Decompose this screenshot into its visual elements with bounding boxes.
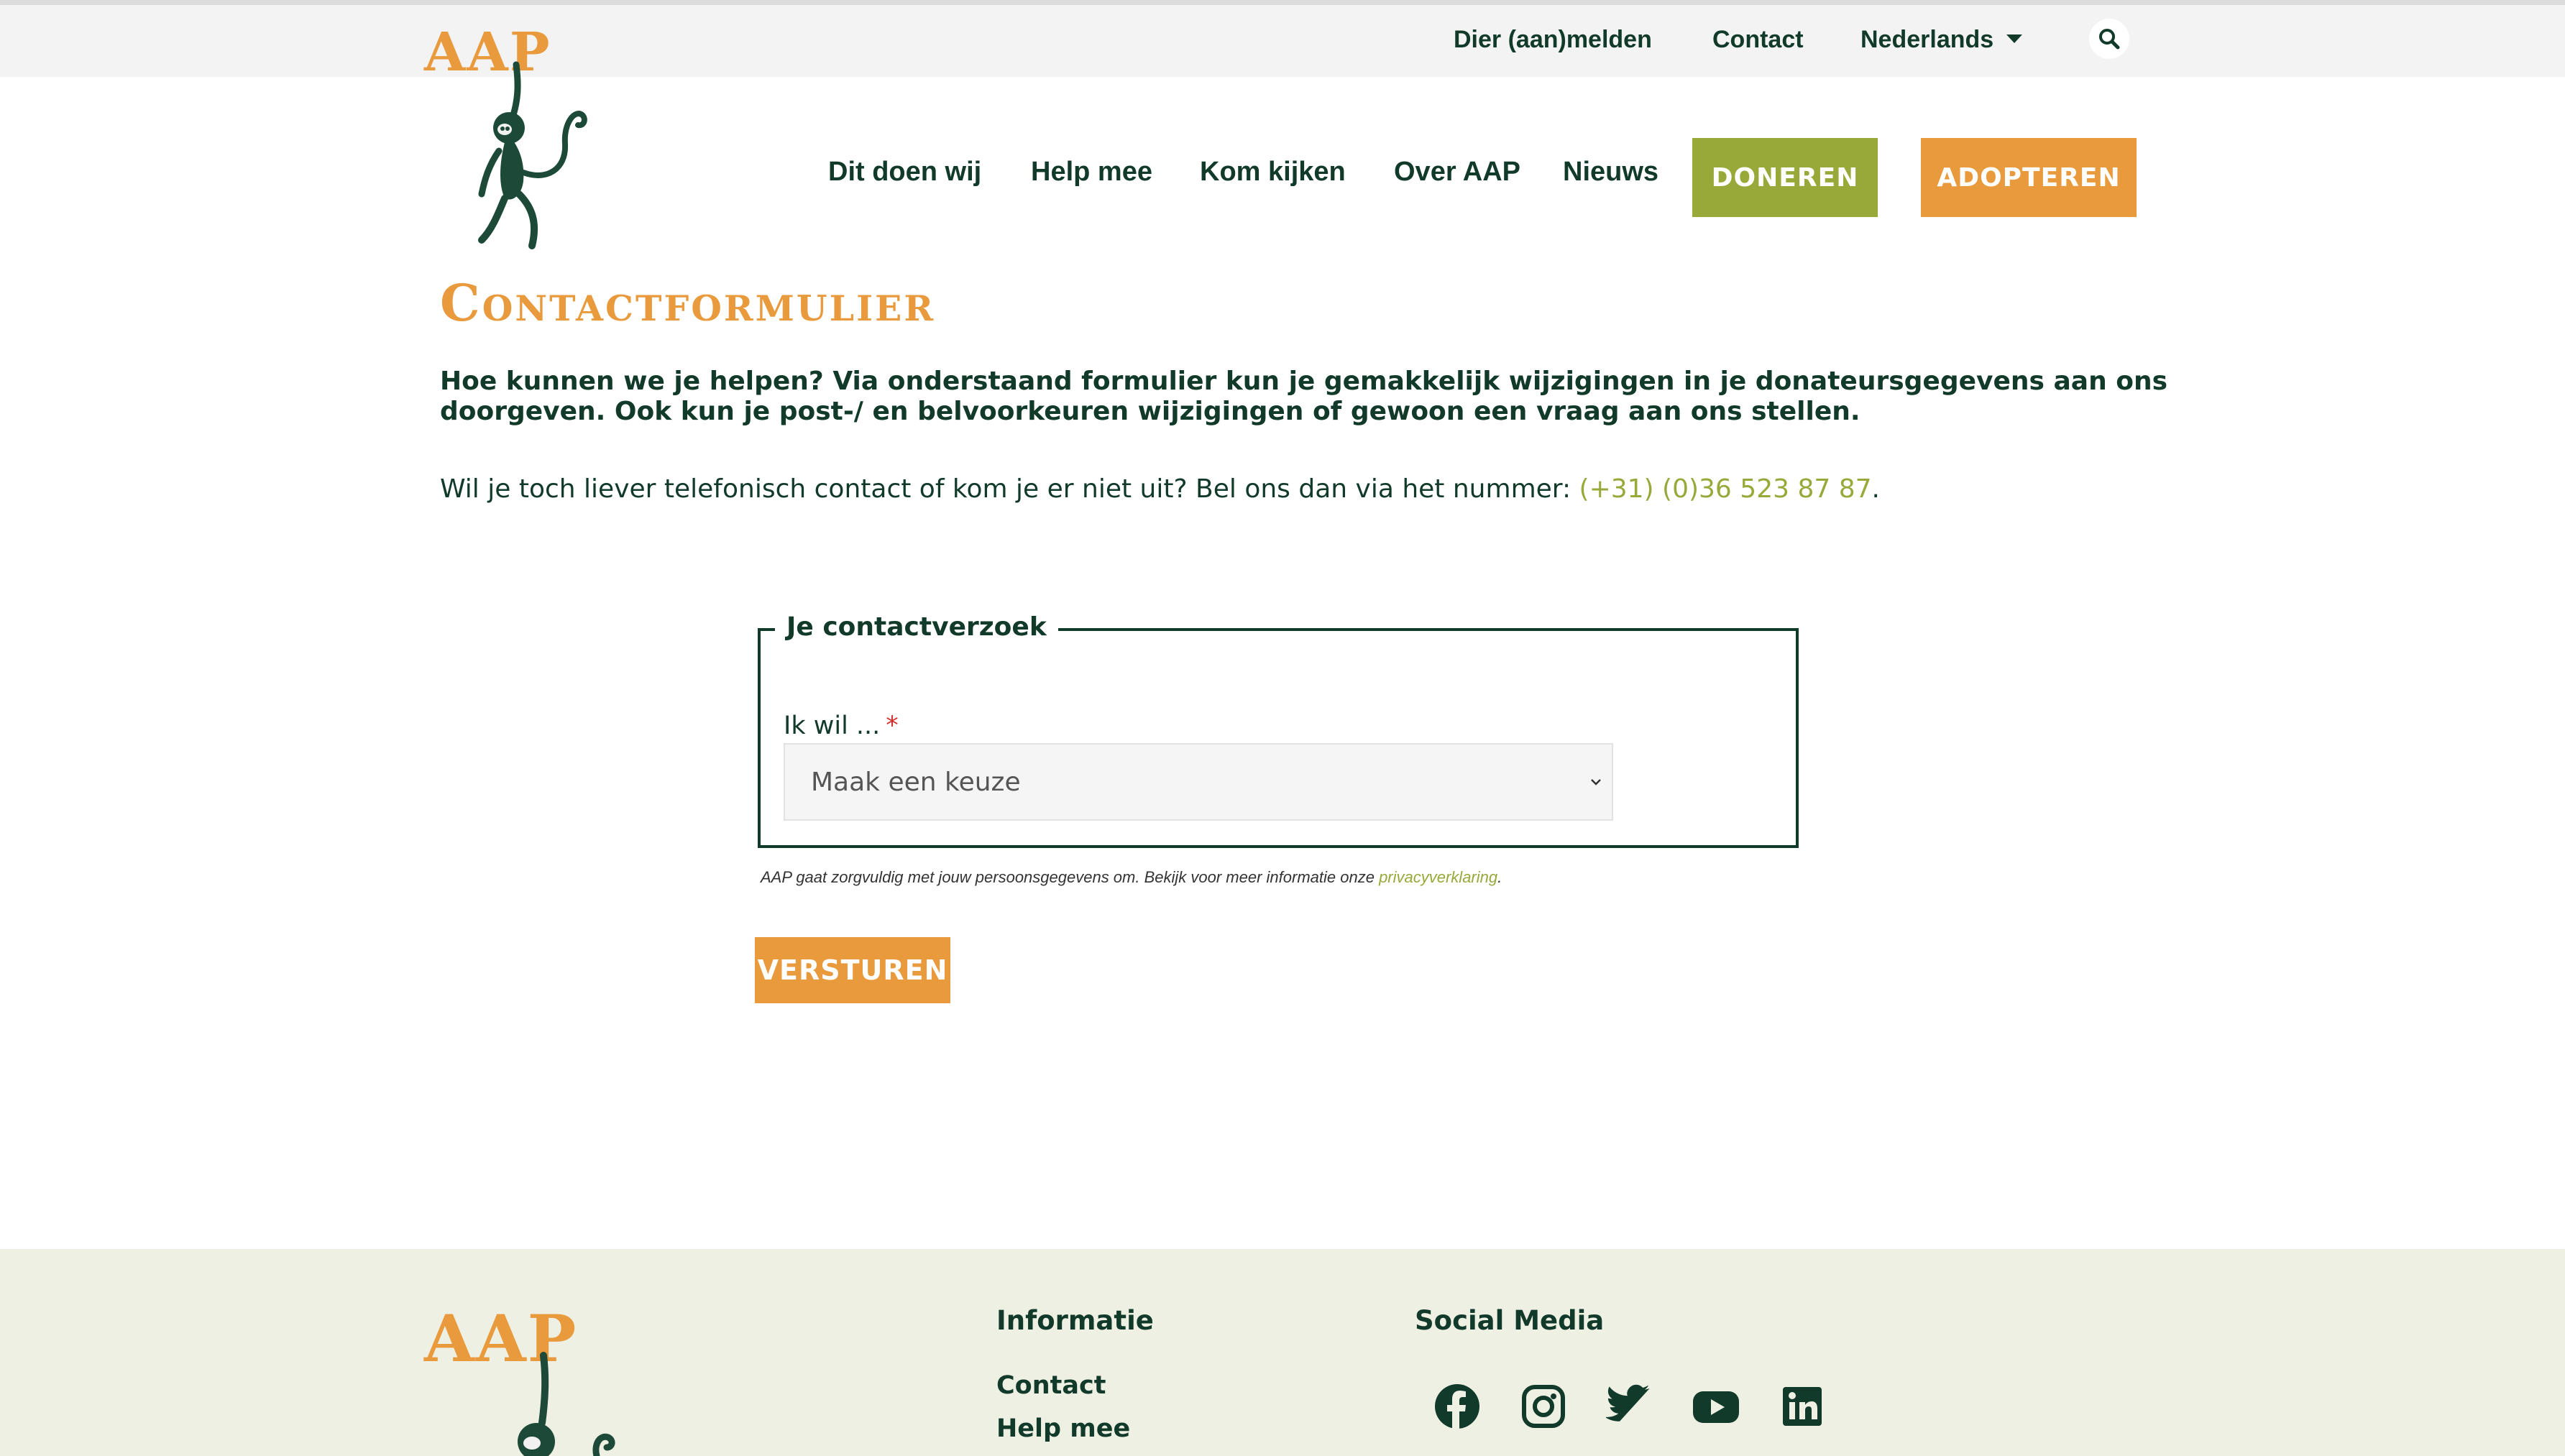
footer-link-help-mee[interactable]: Help mee: [996, 1414, 1130, 1443]
facebook-link[interactable]: [1433, 1383, 1481, 1430]
facebook-icon: [1435, 1384, 1479, 1429]
footer-info-heading: Informatie: [996, 1305, 1154, 1336]
submit-button[interactable]: VERSTUREN: [755, 937, 950, 1003]
select-value: Maak een keuze: [811, 767, 1021, 797]
footer-monkey-icon: [518, 1352, 615, 1456]
footer-link-contact[interactable]: Contact: [996, 1371, 1106, 1400]
request-type-select[interactable]: Maak een keuze: [784, 743, 1613, 821]
intro-text: Hoe kunnen we je helpen? Via onderstaand…: [440, 367, 2168, 426]
instagram-icon: [1522, 1385, 1565, 1428]
nav-kom-kijken[interactable]: Kom kijken: [1200, 157, 1346, 188]
language-selector[interactable]: Nederlands: [1860, 26, 2023, 54]
phone-link[interactable]: (+31) (0)36 523 87 87: [1579, 474, 1872, 504]
required-mark: *: [886, 711, 899, 740]
top-border: [0, 0, 2565, 5]
monkey-icon: [478, 61, 587, 249]
adopt-button[interactable]: ADOPTEREN: [1921, 138, 2137, 217]
caret-down-icon: [2006, 34, 2023, 44]
privacy-link[interactable]: privacyverklaring: [1379, 868, 1497, 886]
nav-over-aap[interactable]: Over AAP: [1394, 157, 1520, 188]
page-title: Contactformulier: [440, 273, 936, 333]
chevron-down-icon: [1591, 779, 1601, 785]
donate-button[interactable]: DONEREN: [1692, 138, 1878, 217]
youtube-link[interactable]: [1692, 1383, 1740, 1430]
topbar-link-contact[interactable]: Contact: [1712, 26, 1804, 54]
nav-nieuws[interactable]: Nieuws: [1563, 157, 1658, 188]
instagram-link[interactable]: [1520, 1383, 1567, 1430]
youtube-icon: [1693, 1391, 1739, 1423]
linkedin-icon: [1783, 1387, 1822, 1426]
phone-prefix: Wil je toch liever telefonisch contact o…: [440, 474, 1579, 504]
search-button[interactable]: [2089, 19, 2129, 59]
language-label: Nederlands: [1860, 26, 1994, 53]
search-icon: [2099, 29, 2120, 50]
twitter-link[interactable]: [1605, 1383, 1653, 1430]
phone-text: Wil je toch liever telefonisch contact o…: [440, 474, 1880, 504]
footer-social-heading: Social Media: [1415, 1305, 1605, 1336]
aap-logo[interactable]: AAP: [424, 22, 597, 252]
footer-logo[interactable]: AAP: [424, 1301, 654, 1456]
nav-dit-doen-wij[interactable]: Dit doen wij: [828, 157, 981, 188]
fieldset-legend: Je contactverzoek: [775, 612, 1058, 642]
nav-help-mee[interactable]: Help mee: [1031, 157, 1152, 188]
topbar-link-dier-aanmelden[interactable]: Dier (aan)melden: [1454, 26, 1652, 54]
privacy-text: AAP gaat zorgvuldig met jouw persoonsgeg…: [761, 868, 1380, 886]
twitter-icon: [1605, 1384, 1650, 1422]
privacy-note: AAP gaat zorgvuldig met jouw persoonsgeg…: [761, 868, 1502, 887]
utility-bar: [0, 5, 2565, 77]
linkedin-link[interactable]: [1779, 1383, 1826, 1430]
phone-suffix: .: [1871, 474, 1880, 504]
privacy-end: .: [1497, 868, 1502, 886]
request-type-label-text: Ik wil ...: [784, 711, 881, 740]
footer: [0, 1249, 2565, 1456]
request-type-label: Ik wil ... *: [784, 711, 899, 740]
